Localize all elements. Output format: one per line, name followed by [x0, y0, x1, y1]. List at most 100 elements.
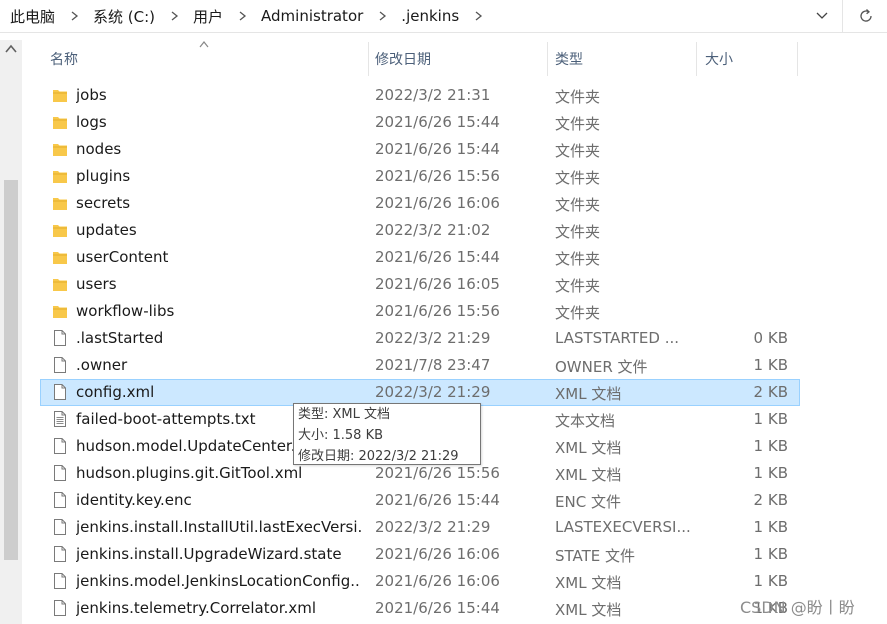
chevron-right-icon[interactable] — [55, 11, 83, 21]
file-name: jenkins.telemetry.Correlator.xml — [76, 599, 316, 617]
file-type: XML 文档 — [555, 574, 622, 592]
crumb-system-drive[interactable]: 系统 (C:) — [83, 6, 155, 27]
file-row[interactable]: workflow-libs 2021/6/26 15:56 文件夹 — [40, 298, 800, 325]
column-header-date[interactable]: 修改日期 — [375, 40, 431, 78]
column-divider[interactable] — [797, 42, 798, 76]
refresh-button[interactable] — [842, 0, 887, 32]
file-name: userContent — [76, 248, 169, 266]
file-row[interactable]: .lastStarted 2022/3/2 21:29 LASTSTARTED ..… — [40, 325, 800, 352]
file-row[interactable]: config.xml 2022/3/2 21:29 XML 文档 2 KB — [40, 379, 800, 406]
column-header-type[interactable]: 类型 — [555, 40, 583, 78]
file-date: 2021/6/26 16:06 — [375, 194, 500, 212]
file-date: 2021/6/26 15:44 — [375, 113, 500, 131]
file-row[interactable]: jenkins.install.UpgradeWizard.state 2021/… — [40, 541, 800, 568]
chevron-down-icon — [816, 12, 828, 19]
file-date: 2021/6/26 16:06 — [375, 572, 500, 590]
file-row[interactable]: jenkins.telemetry.Correlator.xml 2021/6/2… — [40, 595, 800, 622]
file-row[interactable]: logs 2021/6/26 15:44 文件夹 — [40, 109, 800, 136]
file-info-tooltip: 类型: XML 文档 大小: 1.58 KB 修改日期: 2022/3/2 21… — [293, 403, 481, 465]
file-type: OWNER 文件 — [555, 358, 648, 376]
address-history-button[interactable] — [809, 4, 835, 28]
file-date: 2021/6/26 16:05 — [375, 275, 500, 293]
file-size: 1 KB — [753, 356, 788, 374]
folder-icon — [52, 194, 68, 212]
file-row[interactable]: plugins 2021/6/26 15:56 文件夹 — [40, 163, 800, 190]
file-size: 2 KB — [753, 491, 788, 509]
file-name: .lastStarted — [76, 329, 164, 347]
file-row[interactable]: jenkins.install.InstallUtil.lastExecVers… — [40, 514, 800, 541]
file-date: 2021/7/8 23:47 — [375, 356, 491, 374]
file-row[interactable]: nodes 2021/6/26 15:44 文件夹 — [40, 136, 800, 163]
file-date: 2022/3/2 21:29 — [375, 383, 491, 401]
file-type: XML 文档 — [555, 601, 622, 619]
file-date: 2021/6/26 15:44 — [375, 140, 500, 158]
file-icon — [52, 491, 68, 509]
file-icon — [52, 572, 68, 590]
file-name: config.xml — [76, 383, 155, 401]
file-type: 文件夹 — [555, 304, 601, 322]
file-date: 2022/3/2 21:29 — [375, 518, 491, 536]
folder-icon — [52, 221, 68, 239]
column-header-row: 名称 修改日期 类型 大小 — [40, 40, 800, 78]
refresh-icon — [859, 9, 872, 22]
file-date: 2022/3/2 21:29 — [375, 329, 491, 347]
file-name: jenkins.install.InstallUtil.lastExecVers… — [76, 518, 361, 536]
file-icon — [52, 599, 68, 617]
file-type: 文件夹 — [555, 115, 601, 133]
file-icon — [52, 383, 68, 401]
chevron-right-icon[interactable] — [459, 11, 487, 21]
file-date: 2022/3/2 21:31 — [375, 86, 491, 104]
crumb-this-pc[interactable]: 此电脑 — [0, 6, 55, 27]
file-size: 1 KB — [753, 545, 788, 563]
file-row[interactable]: userContent 2021/6/26 15:44 文件夹 — [40, 244, 800, 271]
column-header-name[interactable]: 名称 — [50, 40, 78, 78]
file-row[interactable]: jenkins.model.JenkinsLocationConfig... 20… — [40, 568, 800, 595]
crumb-users[interactable]: 用户 — [183, 6, 223, 27]
chevron-right-icon[interactable] — [363, 11, 391, 21]
column-divider[interactable] — [368, 42, 369, 76]
chevron-right-icon[interactable] — [223, 11, 251, 21]
file-size: 2 KB — [753, 383, 788, 401]
folder-icon — [52, 248, 68, 266]
column-divider[interactable] — [547, 42, 548, 76]
column-divider[interactable] — [696, 42, 697, 76]
file-type: 文件夹 — [555, 196, 601, 214]
file-type: 文本文档 — [555, 412, 616, 430]
file-type: XML 文档 — [555, 385, 622, 403]
file-type: 文件夹 — [555, 223, 601, 241]
file-size: 0 KB — [753, 329, 788, 347]
file-name: jenkins.install.UpgradeWizard.state — [76, 545, 342, 563]
file-type: ENC 文件 — [555, 493, 621, 511]
watermark: CSDN @盼丨盼 — [740, 598, 855, 617]
vertical-scrollbar[interactable] — [0, 40, 22, 624]
folder-icon — [52, 302, 68, 320]
file-size: 1 KB — [753, 437, 788, 455]
file-row[interactable]: updates 2022/3/2 21:02 文件夹 — [40, 217, 800, 244]
column-header-size[interactable]: 大小 — [705, 40, 733, 78]
file-row[interactable]: users 2021/6/26 16:05 文件夹 — [40, 271, 800, 298]
file-date: 2021/6/26 15:44 — [375, 248, 500, 266]
file-name: jobs — [76, 86, 107, 104]
tooltip-date: 修改日期: 2022/3/2 21:29 — [298, 449, 459, 464]
file-size: 1 KB — [753, 410, 788, 428]
sort-ascending-icon — [199, 41, 209, 48]
file-row[interactable]: .owner 2021/7/8 23:47 OWNER 文件 1 KB — [40, 352, 800, 379]
file-row[interactable]: jobs 2022/3/2 21:31 文件夹 — [40, 82, 800, 109]
scrollbar-thumb[interactable] — [4, 180, 18, 560]
file-name: logs — [76, 113, 107, 131]
file-row[interactable]: secrets 2021/6/26 16:06 文件夹 — [40, 190, 800, 217]
file-icon — [52, 437, 68, 455]
folder-icon — [52, 86, 68, 104]
crumb-administrator[interactable]: Administrator — [251, 7, 363, 25]
file-name: jenkins.model.JenkinsLocationConfig... — [76, 572, 361, 590]
tooltip-type: 类型: XML 文档 — [298, 407, 391, 422]
file-size: 1 KB — [753, 464, 788, 482]
crumb-jenkins[interactable]: .jenkins — [391, 7, 459, 25]
scroll-up-arrow-icon[interactable] — [5, 44, 17, 54]
file-list: jobs 2022/3/2 21:31 文件夹 logs 2021/6/26 15:44… — [40, 82, 800, 622]
file-size: 1 KB — [753, 518, 788, 536]
file-name: identity.key.enc — [76, 491, 192, 509]
file-type: 文件夹 — [555, 88, 601, 106]
file-row[interactable]: identity.key.enc 2021/6/26 15:44 ENC 文件 2 K… — [40, 487, 800, 514]
chevron-right-icon[interactable] — [155, 11, 183, 21]
